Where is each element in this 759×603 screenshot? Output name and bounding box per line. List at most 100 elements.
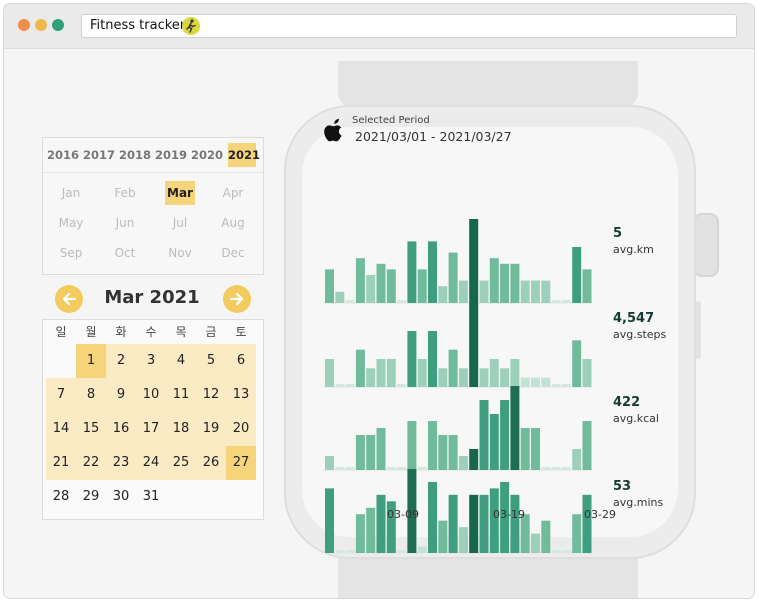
year-option[interactable]: 2020 [191,143,223,167]
calendar-day[interactable]: 29 [76,480,106,514]
address-bar[interactable]: Fitness tracker [81,14,737,38]
month-option[interactable]: Mar [165,181,195,205]
chart-bar [572,449,582,470]
next-month-button[interactable] [223,285,251,313]
chart-bar [325,488,334,553]
calendar-day[interactable]: 10 [136,378,166,412]
calendar-day[interactable]: 30 [106,480,136,514]
chart-bar [428,331,437,387]
year-option[interactable]: 2019 [155,143,187,167]
calendar-day[interactable]: 27 [226,446,256,480]
steps-label: avg.steps [613,328,667,341]
month-option[interactable]: Jan [56,181,86,205]
calendar-day[interactable]: 24 [136,446,166,480]
chart-bar [500,400,510,470]
calendar-day[interactable]: 4 [166,344,196,378]
month-option[interactable]: Nov [165,241,195,265]
x-tick-label: 03-09 [387,508,419,521]
chart-bar [551,550,561,553]
month-option[interactable]: Oct [110,241,140,265]
km-value: 5 [613,226,623,241]
chart-bar [397,467,407,470]
weekday-label: 일 [55,325,67,339]
calendar-day[interactable]: 1 [76,344,106,378]
month-option[interactable]: Feb [110,181,140,205]
calendar-day[interactable]: 20 [226,412,256,446]
chart-bar [335,467,345,470]
chart-bar [500,368,510,387]
x-tick-label: 03-29 [584,508,616,521]
chart-bar [366,435,376,470]
calendar-day[interactable]: 15 [76,412,106,446]
app-content: 2016 2017 2018 2019 2020 2021 Jan Feb Mar Apr May… [4,49,754,598]
calendar-day[interactable]: 23 [106,446,136,480]
month-option[interactable]: Apr [218,181,248,205]
month-option[interactable]: Sep [56,241,86,265]
steps-value: 4,547 [613,311,655,326]
calendar-day[interactable]: 6 [226,344,256,378]
calendar-grid: 일 월 화 수 목 금 토 1 2 3 4 5 6 7 8 9 10 11 12 13 14 15 16 17 18 19 20 21… [42,319,264,520]
browser-window: Fitness tracker 2016 2017 2018 2019 2020 2021… [4,4,754,598]
chart-bar [417,546,427,553]
month-option[interactable]: Aug [218,211,248,235]
year-option[interactable]: 2017 [83,143,115,167]
calendar-day[interactable]: 31 [136,480,166,514]
mins-label: avg.mins [613,496,664,509]
minimize-window-button[interactable] [35,19,47,31]
close-window-button[interactable] [18,19,30,31]
chart-bar [428,481,437,553]
calendar-day[interactable]: 12 [196,378,226,412]
month-option[interactable]: May [56,211,86,235]
calendar-day[interactable]: 18 [166,412,196,446]
calendar-day[interactable]: 11 [166,378,196,412]
chart-bar [376,263,386,303]
chart-bar [561,550,571,553]
calendar-day[interactable]: 13 [226,378,256,412]
chart-bar [582,494,592,553]
calendar-day[interactable]: 9 [106,378,136,412]
chart-bar [489,258,499,303]
arrow-left-icon [62,292,77,306]
year-option[interactable]: 2021 [228,143,260,167]
weekday-label: 월 [85,325,97,339]
calendar-day[interactable]: 25 [166,446,196,480]
prev-month-button[interactable] [55,285,83,313]
calendar-day[interactable]: 28 [46,480,76,514]
calendar-day[interactable]: 7 [46,378,76,412]
maximize-window-button[interactable] [52,19,64,31]
chart-bar [479,280,489,303]
month-option[interactable]: Jun [110,211,140,235]
chart-bar [417,269,427,303]
year-option[interactable]: 2018 [119,143,151,167]
chart-bar [510,263,520,303]
calendar-day[interactable]: 21 [46,446,76,480]
chart-bar [438,520,448,553]
calendar-day[interactable]: 5 [196,344,226,378]
chart-bar [458,368,468,387]
calendar-day[interactable]: 8 [76,378,106,412]
calendar-day[interactable]: 22 [76,446,106,480]
chart-bar [510,386,520,470]
chart-bar [345,467,355,470]
chart-bar [376,494,386,553]
calendar-day[interactable]: 17 [136,412,166,446]
month-option[interactable]: Dec [218,241,248,265]
calendar-day[interactable]: 26 [196,446,226,480]
calendar-day[interactable]: 14 [46,412,76,446]
month-option[interactable]: Jul [165,211,195,235]
chart-bar [325,359,334,387]
chart-bar [428,241,437,303]
chart-bar [489,414,499,470]
chart-bar [448,252,458,303]
year-option[interactable]: 2016 [47,143,79,167]
chart-bar [469,219,479,303]
calendar-day[interactable]: 19 [196,412,226,446]
calendar-day[interactable]: 16 [106,412,136,446]
chart-bar [386,359,396,387]
chart-bar [407,421,417,470]
calendar-day[interactable]: 2 [106,344,136,378]
chart-bar [520,428,530,470]
chart-bar [489,359,499,387]
chart-bar [510,359,520,387]
calendar-day[interactable]: 3 [136,344,166,378]
